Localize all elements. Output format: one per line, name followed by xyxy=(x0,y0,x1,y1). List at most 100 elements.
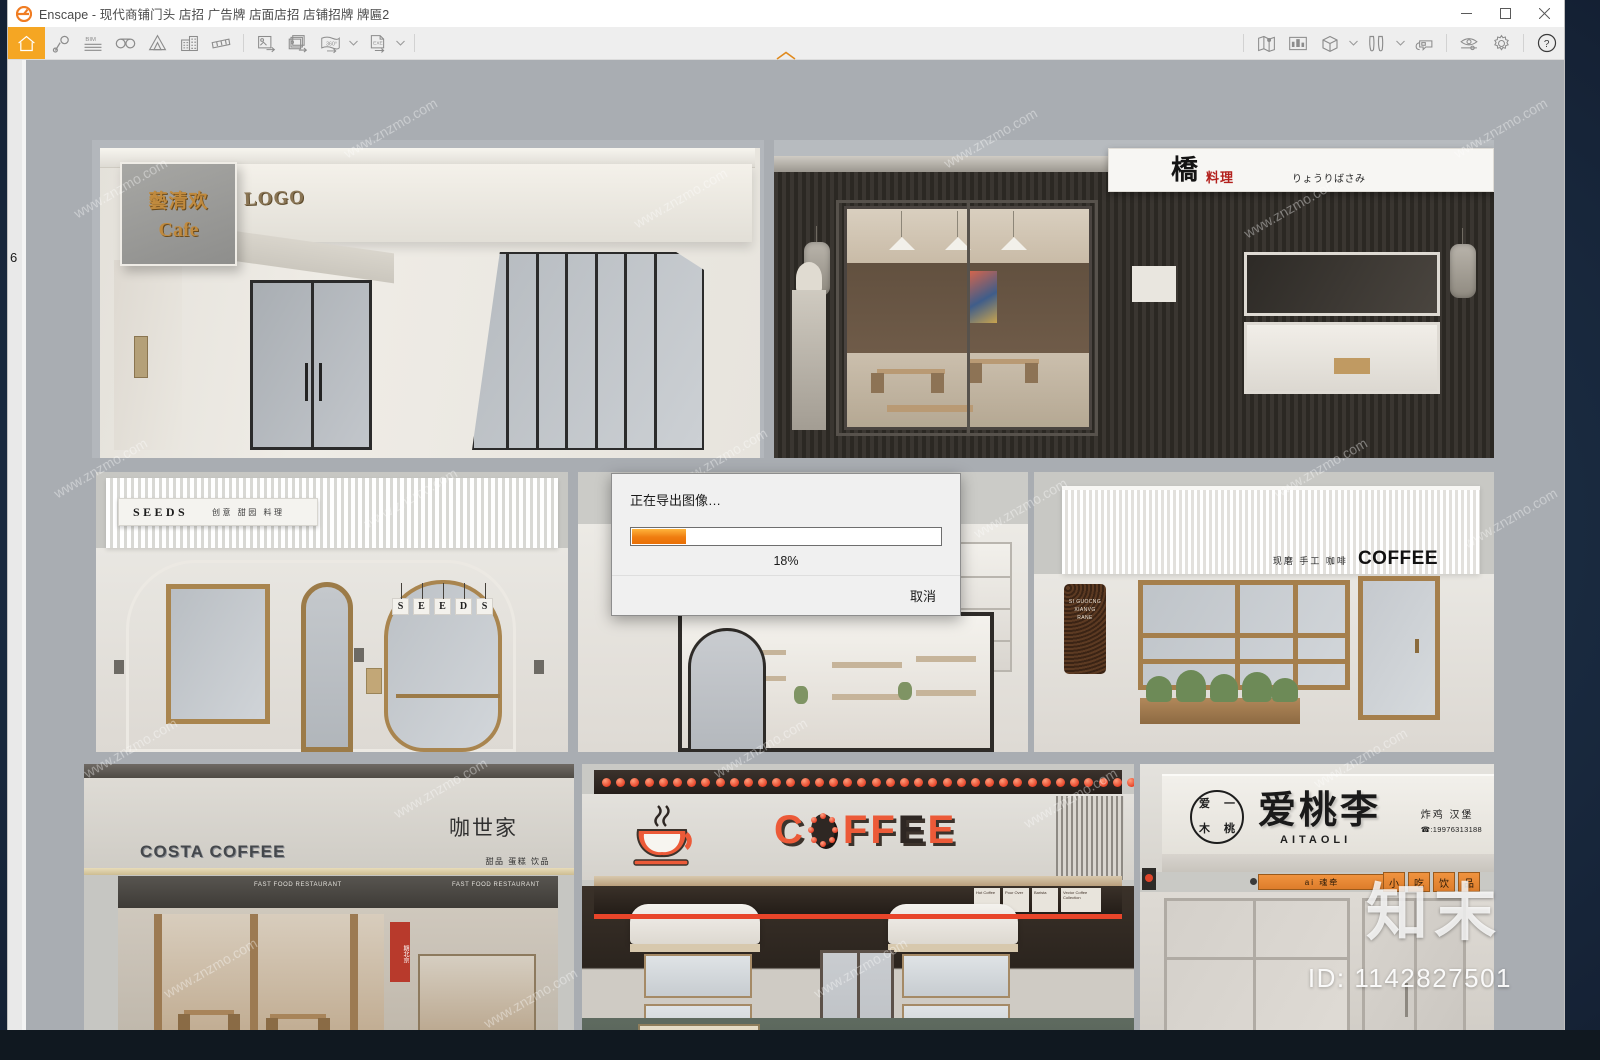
marquee-bulb xyxy=(1084,777,1094,787)
render-preview-button[interactable] xyxy=(1282,27,1314,59)
stamp-char: 爱 xyxy=(1199,798,1210,810)
gold-band xyxy=(84,868,574,875)
chevron-up-icon[interactable] xyxy=(773,48,799,60)
coffee-bean-board: SI GUOCNG XIANVG RANE xyxy=(1064,584,1106,674)
red-accent-line xyxy=(594,914,1122,919)
coffee-cup-sign xyxy=(630,804,704,870)
coffee-marquee-letters: C F F E E xyxy=(774,810,954,850)
seeds-signboard: SEEDS 创意 甜园 料理 xyxy=(118,498,318,526)
marquee-bulb xyxy=(1098,777,1108,787)
marquee-bulb xyxy=(970,777,980,787)
export-exe-button[interactable]: EXE xyxy=(361,27,393,59)
site-context-button[interactable] xyxy=(173,27,205,59)
marquee-bulb xyxy=(843,777,853,787)
vr-preview-button[interactable] xyxy=(1361,27,1393,59)
kiosk-canopy xyxy=(630,904,760,952)
marquee-bulb xyxy=(857,777,867,787)
chair xyxy=(318,1018,330,1030)
marquee-bulb xyxy=(729,777,739,787)
entry-door xyxy=(1358,576,1440,720)
marquee-bulb xyxy=(985,777,995,787)
side-info-block: 炸鸡 汉堡 ☎:19976313188 xyxy=(1421,806,1482,834)
help-button[interactable]: ? xyxy=(1530,27,1564,59)
service-counter xyxy=(418,954,536,1030)
letter-tile: D xyxy=(455,583,472,615)
hanging-letter-tiles: S E E D S xyxy=(392,583,493,615)
sign-text-en: Cafe xyxy=(158,219,199,241)
asset-library-button[interactable] xyxy=(141,27,173,59)
letter-tile: E xyxy=(413,583,430,615)
home-button[interactable] xyxy=(8,27,45,59)
video-editor-button[interactable] xyxy=(205,27,237,59)
marquee-bulb xyxy=(715,777,725,787)
visual-settings-button[interactable] xyxy=(1453,27,1485,59)
svg-text:EXE: EXE xyxy=(373,40,383,46)
view-management-button[interactable] xyxy=(109,27,141,59)
stamp-char: 桃 xyxy=(1224,823,1235,835)
export-image-button[interactable] xyxy=(250,27,282,59)
chevron-down-icon[interactable] xyxy=(1346,27,1361,59)
minimize-icon[interactable] xyxy=(1447,0,1486,27)
chair xyxy=(969,363,982,383)
entry-glass-door xyxy=(250,280,372,450)
marquee-bulb xyxy=(658,777,668,787)
chair xyxy=(1025,363,1038,383)
close-icon[interactable] xyxy=(1525,0,1564,27)
cancel-button[interactable]: 取消 xyxy=(910,586,936,605)
shrub xyxy=(1210,674,1238,702)
marquee-bulb xyxy=(758,777,768,787)
window-grid xyxy=(1138,580,1350,690)
marquee-letter: F xyxy=(842,808,868,852)
enscape-window: Enscape - 现代商铺门头 店招 广告牌 店面店招 店铺招牌 牌匾2 BI… xyxy=(8,0,1564,1030)
toolbar-divider xyxy=(1523,34,1524,52)
entry-door-right xyxy=(1362,898,1466,1030)
shrub xyxy=(1272,678,1298,702)
general-settings-button[interactable] xyxy=(1485,27,1517,59)
grey-band xyxy=(1162,854,1494,872)
view-mode-button[interactable] xyxy=(1314,27,1346,59)
main-signboard: 爱 一 木 桃 爱桃李 AITAOLI 炸鸡 汉堡 ☎:19976313188 xyxy=(1162,774,1494,854)
project-location-button[interactable] xyxy=(45,27,77,59)
bim-info-button[interactable]: BIM xyxy=(77,27,109,59)
orange-tile-row: 小 吃 饮 品 xyxy=(1383,872,1480,892)
enscape-logo-icon xyxy=(16,5,32,22)
chevron-down-icon[interactable] xyxy=(346,27,361,59)
marquee-bulb xyxy=(914,777,924,787)
orange-tile: 饮 xyxy=(1433,872,1455,892)
wall-panel xyxy=(1132,266,1176,302)
svg-text:BIM: BIM xyxy=(85,36,96,42)
sign-text-red: 料理 xyxy=(1206,169,1235,185)
storefront-aitaoli: 爱 一 木 桃 爱桃李 AITAOLI 炸鸡 汉堡 ☎:19976313188 xyxy=(1140,764,1494,1030)
marquee-bulb xyxy=(743,777,753,787)
marquee-bulb xyxy=(672,777,682,787)
marquee-letter: E xyxy=(897,808,925,852)
marquee-letter: C xyxy=(774,808,803,852)
site-map-button[interactable] xyxy=(1250,27,1282,59)
kiosk-canopy xyxy=(888,904,1018,952)
vr-headset-button[interactable] xyxy=(1408,27,1440,59)
sign-text-kana: りょうりばさみ xyxy=(1292,173,1366,185)
marquee-bulb xyxy=(1126,777,1134,787)
sign-row: 现磨 手工 咖啡 COFFEE xyxy=(1273,548,1438,570)
storefront-seeds: SEEDS 创意 甜园 料理 S E E D S xyxy=(96,472,568,752)
marquee-bulb xyxy=(1070,777,1080,787)
chair xyxy=(178,1014,190,1030)
marquee-bulb xyxy=(630,777,640,787)
awning-text-left: FAST FOOD RESTAURANT xyxy=(254,882,342,888)
maximize-icon[interactable] xyxy=(1486,0,1525,27)
marquee-bulb xyxy=(829,777,838,787)
render-viewport[interactable]: 6 藝清欢 Cafe LOGO 橋 料理 りょうりばさみ SEEDS 创意 甜园… xyxy=(8,60,1564,1030)
export-panorama-button[interactable]: 360° xyxy=(314,27,346,59)
display-glass xyxy=(902,954,1010,998)
marquee-bulb xyxy=(1112,777,1122,787)
marquee-bulb xyxy=(899,777,909,787)
shop-front: 期北京 谁出家 甜业好时 xyxy=(118,908,558,1030)
fluted-canopy: 现磨 手工 咖啡 COFFEE xyxy=(1062,486,1480,574)
chair xyxy=(266,1018,278,1030)
chevron-down-icon[interactable] xyxy=(1393,27,1408,59)
storefront-window xyxy=(472,252,704,450)
entry-pillar xyxy=(114,260,182,450)
batch-export-button[interactable] xyxy=(282,27,314,59)
chevron-down-icon[interactable] xyxy=(393,27,408,59)
